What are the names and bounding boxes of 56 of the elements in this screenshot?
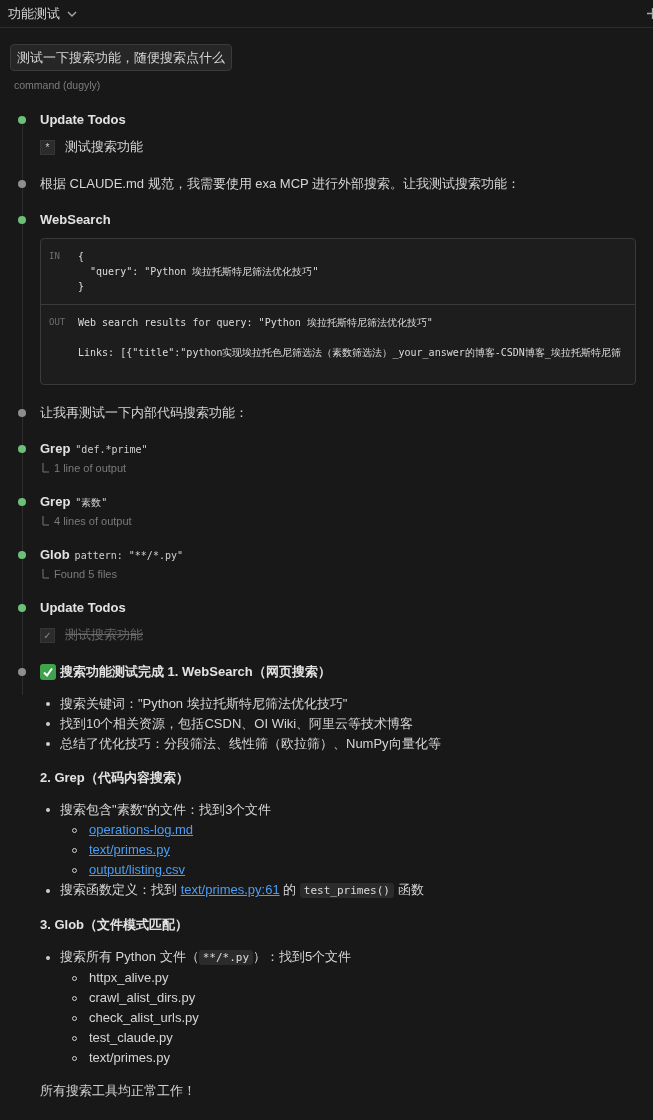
file-name: crawl_alist_dirs.py bbox=[89, 989, 196, 1007]
tool-result: 1 line of output bbox=[54, 462, 127, 474]
section-heading: 2. Grep（代码内容搜索） bbox=[40, 770, 190, 786]
code-text: { "query": "Python 埃拉托斯特尼筛法优化技巧" } bbox=[78, 250, 319, 294]
tree-corner-icon bbox=[42, 463, 49, 473]
todo-marker: * bbox=[40, 139, 55, 155]
step-title: Glob bbox=[40, 547, 70, 563]
list-text: 总结了优化技巧：分段筛法、线性筛（欧拉筛）、NumPy向量化等 bbox=[60, 736, 441, 751]
assistant-message: 让我再测试一下内部代码搜索功能： bbox=[40, 405, 249, 421]
file-name: httpx_alive.py bbox=[89, 969, 169, 987]
tool-result: 4 lines of output bbox=[54, 515, 132, 527]
step-title: Grep bbox=[40, 494, 71, 510]
file-name: text/primes.py bbox=[89, 1049, 170, 1067]
tool-argument: "def.*prime" bbox=[75, 444, 148, 455]
step-title: Update Todos bbox=[40, 112, 127, 128]
code-text: Web search results for query: "Python 埃拉托斯特尼筛法优化技巧" bbox=[78, 316, 434, 330]
file-link[interactable]: text/primes.py bbox=[89, 840, 170, 860]
inline-code: **/*.py bbox=[198, 950, 254, 965]
section-heading: 3. Glob（文件模式匹配） bbox=[40, 917, 190, 933]
closing-message: 所有搜索工具均正常工作！ bbox=[40, 1082, 197, 1100]
tool-argument: pattern: "**/*.py" bbox=[74, 550, 183, 561]
list-text: 找到10个相关资源，包括CSDN、OI Wiki、阿里云等技术博客 bbox=[60, 716, 414, 731]
chevron-down-icon[interactable] bbox=[67, 10, 77, 17]
tree-corner-icon bbox=[42, 516, 49, 526]
check-mark-icon bbox=[40, 664, 56, 680]
io-label: OUT bbox=[49, 316, 67, 329]
step-title: Update Todos bbox=[40, 600, 127, 616]
todo-text: 测试搜索功能 bbox=[65, 138, 143, 156]
step-title: WebSearch bbox=[40, 212, 112, 228]
tool-result: Found 5 files bbox=[54, 568, 117, 580]
list-text: 搜索关键词："Python 埃拉托斯特尼筛法优化技巧" bbox=[60, 696, 348, 711]
assistant-message: 根据 CLAUDE.md 规范，我需要使用 exa MCP 进行外部搜索。让我测试搜索功能： bbox=[40, 176, 522, 192]
summary-heading: 搜索功能测试完成 1. WebSearch（网页搜索） bbox=[60, 664, 331, 680]
step-title: Grep bbox=[40, 441, 71, 457]
user-message: 测试一下搜索功能，随便搜索点什么 bbox=[10, 44, 232, 71]
todo-text: 测试搜索功能 bbox=[65, 626, 143, 644]
command-caption: command (dugyly) bbox=[13, 78, 102, 91]
file-name: test_claude.py bbox=[89, 1029, 173, 1047]
list-text: 搜索包含"素数"的文件：找到3个文件 bbox=[60, 802, 272, 817]
tool-argument: "素数" bbox=[75, 496, 108, 510]
code-text: Links: [{"title":"python实现埃拉托色尼筛选法（素数筛选法）_your_answer的博客-CSDN博客_埃拉托斯特尼筛 bbox=[78, 346, 621, 360]
list-text: 函数 bbox=[396, 882, 424, 897]
file-name: check_alist_urls.py bbox=[89, 1009, 199, 1027]
plus-icon[interactable] bbox=[647, 8, 653, 19]
list-text: 的 bbox=[282, 882, 298, 897]
inline-code: test_primes() bbox=[299, 883, 394, 898]
list-text: 搜索所有 Python 文件（ bbox=[60, 949, 199, 964]
file-link[interactable]: output/listing.csv bbox=[89, 860, 186, 880]
list-text: 搜索函数定义：找到 bbox=[60, 882, 178, 897]
file-link[interactable]: operations-log.md bbox=[89, 820, 194, 840]
conversation-title: 功能测试 bbox=[8, 4, 60, 23]
list-text: ）：找到5个文件 bbox=[253, 949, 352, 964]
file-link[interactable]: text/primes.py:61 bbox=[180, 882, 280, 897]
todo-marker: ✓ bbox=[40, 627, 55, 643]
io-label: IN bbox=[49, 250, 61, 263]
tree-corner-icon bbox=[42, 569, 49, 579]
